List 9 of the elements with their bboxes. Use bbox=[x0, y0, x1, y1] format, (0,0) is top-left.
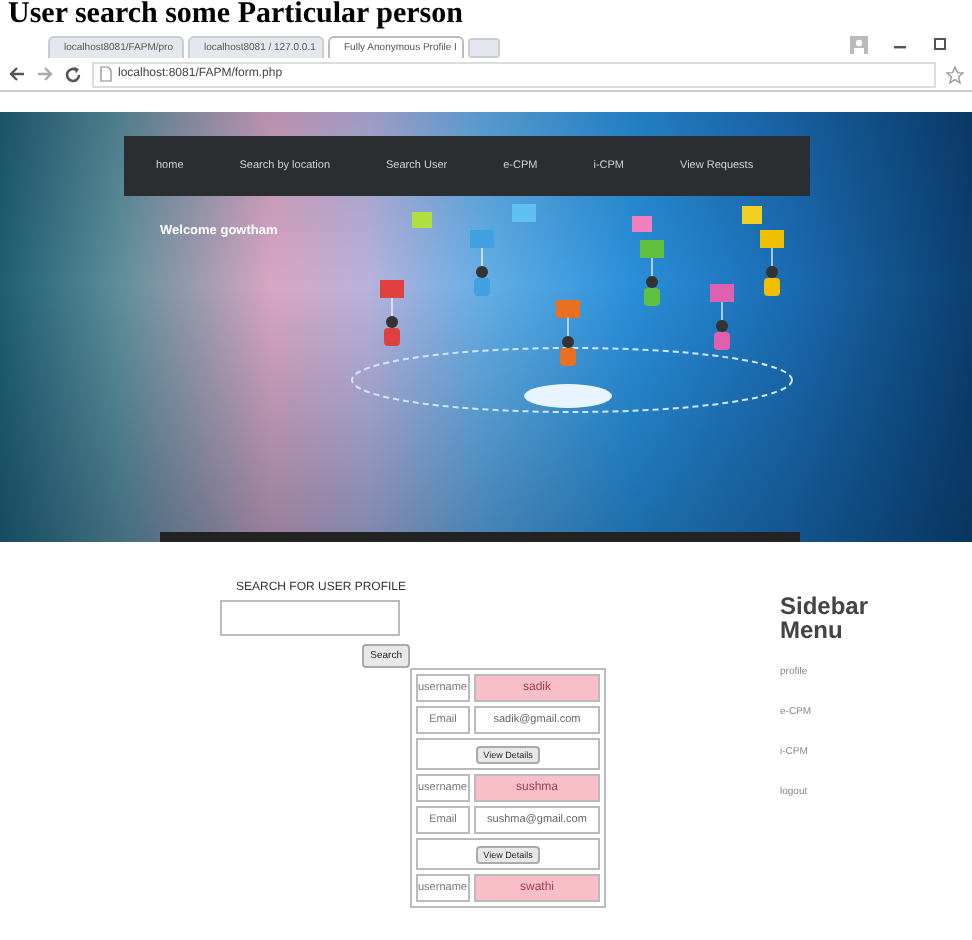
user-icon[interactable] bbox=[850, 35, 868, 53]
star-icon[interactable] bbox=[946, 65, 964, 83]
back-arrow-icon[interactable] bbox=[8, 66, 26, 82]
page-icon bbox=[100, 66, 112, 82]
forward-arrow-icon[interactable] bbox=[36, 66, 54, 82]
maximize-icon[interactable] bbox=[932, 36, 948, 52]
search-field[interactable] bbox=[220, 600, 400, 636]
figure-caption: User search some Particular person bbox=[6, 0, 465, 30]
reload-icon[interactable] bbox=[64, 65, 82, 83]
